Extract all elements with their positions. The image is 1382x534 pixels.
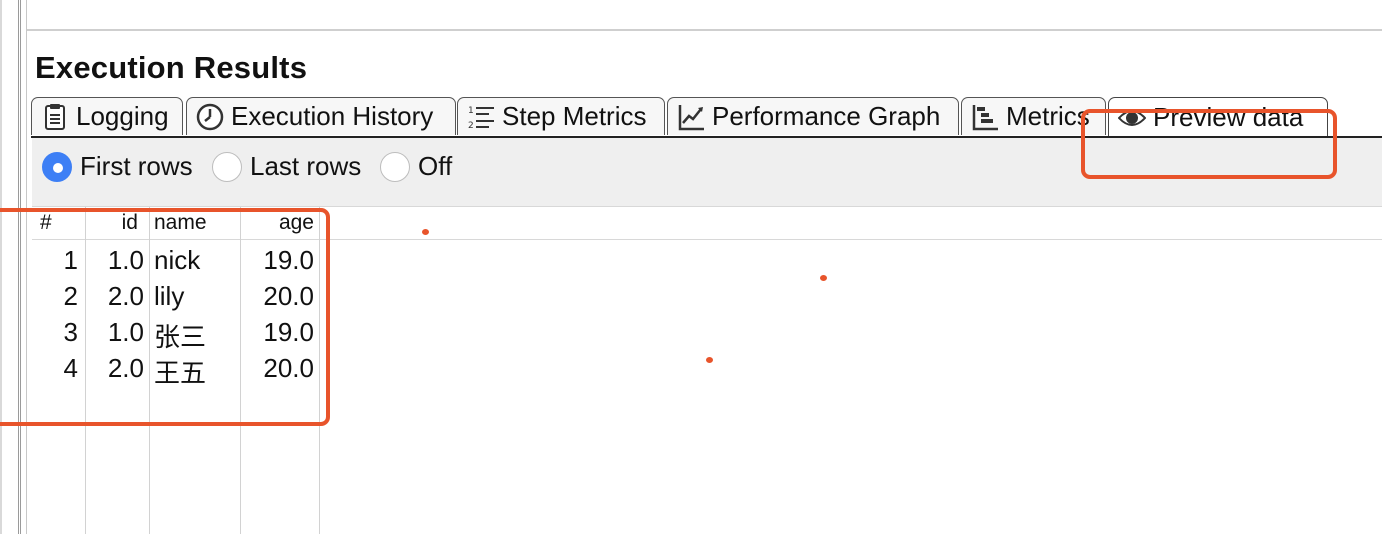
radio-unselected-icon xyxy=(212,151,242,182)
cell-age: 19.0 xyxy=(263,317,314,347)
cell-id: 2.0 xyxy=(107,281,144,311)
preview-table: # id name age 1 1.0 nick 19.0 2 2.0 lily… xyxy=(32,207,1382,534)
row-index: 4 xyxy=(63,353,78,383)
tab-step-metrics[interactable]: 12 Step Metrics xyxy=(457,97,665,135)
clock-icon xyxy=(195,102,225,132)
tab-performance-graph[interactable]: Performance Graph xyxy=(667,97,959,135)
column-header-name[interactable]: name xyxy=(154,211,207,235)
tab-label: Performance Graph xyxy=(712,101,941,131)
row-index: 1 xyxy=(63,245,78,275)
column-divider xyxy=(240,207,241,534)
eye-icon xyxy=(1117,103,1147,133)
column-header-age[interactable]: age xyxy=(242,211,314,235)
annotation-dot xyxy=(422,229,429,235)
tab-label: Metrics xyxy=(1006,101,1090,131)
cell-name: 王五 xyxy=(154,358,207,388)
radio-label: Last rows xyxy=(250,151,362,181)
radio-label: Off xyxy=(418,151,453,181)
radio-selected-icon xyxy=(42,151,72,182)
cell-age: 19.0 xyxy=(263,245,314,275)
results-tab-bar: Logging Execution History 12 Step Metric… xyxy=(31,97,1382,137)
tab-execution-history[interactable]: Execution History xyxy=(186,97,456,135)
cell-name: nick xyxy=(154,245,201,275)
radio-first-rows[interactable]: First rows xyxy=(42,151,193,182)
column-divider xyxy=(319,207,320,534)
numbered-list-icon: 12 xyxy=(466,102,496,132)
tab-label: Logging xyxy=(76,101,169,131)
row-index: 3 xyxy=(63,317,78,347)
tab-logging[interactable]: Logging xyxy=(31,97,183,135)
svg-text:1: 1 xyxy=(468,106,474,116)
annotation-dot xyxy=(820,275,827,281)
cell-id: 2.0 xyxy=(107,353,144,383)
tab-metrics[interactable]: Metrics xyxy=(961,97,1106,135)
splitter-handle[interactable] xyxy=(18,0,21,534)
row-index: 2 xyxy=(63,281,78,311)
radio-unselected-icon xyxy=(380,151,410,182)
column-header-index[interactable]: # xyxy=(40,211,52,235)
preview-options-toolbar: First rows Last rows Off xyxy=(32,138,1382,207)
gantt-icon xyxy=(970,102,1000,132)
svg-text:2: 2 xyxy=(468,121,474,131)
section-title: Execution Results xyxy=(35,50,308,85)
line-graph-icon xyxy=(676,102,706,132)
column-header-id[interactable]: id xyxy=(86,211,138,235)
cell-id: 1.0 xyxy=(107,245,144,275)
panel-border xyxy=(26,0,27,534)
tab-label: Step Metrics xyxy=(502,101,647,131)
radio-off[interactable]: Off xyxy=(380,151,452,182)
cell-age: 20.0 xyxy=(263,281,314,311)
cell-id: 1.0 xyxy=(107,317,144,347)
radio-last-rows[interactable]: Last rows xyxy=(212,151,361,182)
cell-name: 张三 xyxy=(154,322,207,352)
top-panel xyxy=(27,0,1382,31)
tab-label: Preview data xyxy=(1153,102,1304,132)
cell-name: lily xyxy=(154,281,185,311)
window-edge xyxy=(0,0,2,534)
annotation-dot xyxy=(706,357,713,363)
logging-icon xyxy=(40,102,70,132)
tab-label: Execution History xyxy=(231,101,434,131)
table-header: # id name age xyxy=(32,207,1382,240)
tab-preview-data[interactable]: Preview data xyxy=(1108,97,1328,137)
radio-label: First rows xyxy=(80,151,193,181)
column-divider xyxy=(149,207,150,534)
cell-age: 20.0 xyxy=(263,353,314,383)
